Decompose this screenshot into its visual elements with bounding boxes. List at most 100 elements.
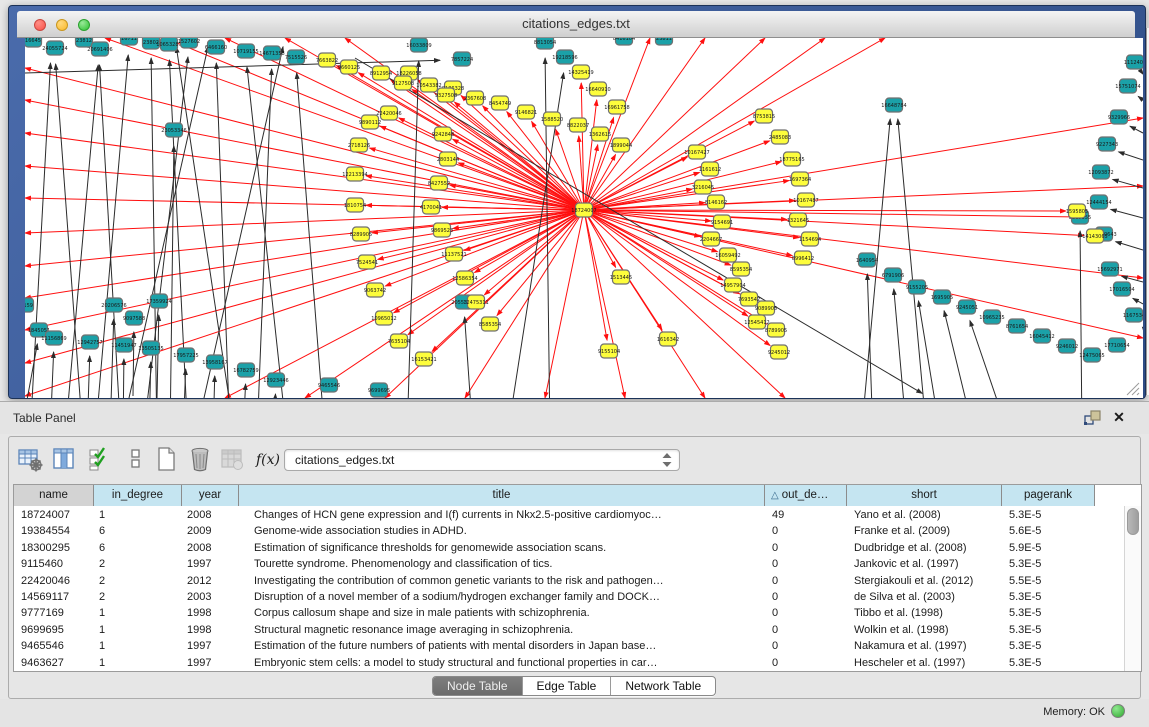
- graph-node[interactable]: 8416104: [613, 38, 635, 45]
- graph-node[interactable]: 17957225: [173, 348, 198, 362]
- graph-node[interactable]: 8454749: [489, 96, 511, 110]
- float-panel-icon[interactable]: [1084, 410, 1102, 426]
- graph-node[interactable]: 1362615: [589, 127, 611, 141]
- table-row[interactable]: 946554611997Estimation of the future num…: [14, 638, 1141, 654]
- graph-node[interactable]: 9089905: [755, 301, 777, 315]
- graph-node[interactable]: 12475065: [1079, 348, 1104, 362]
- table-row[interactable]: 977716911998Corpus callosum shape and si…: [14, 605, 1141, 621]
- graph-node[interactable]: 9329966: [1108, 110, 1130, 124]
- graph-node[interactable]: 12923446: [263, 373, 288, 387]
- graph-node[interactable]: 3216045: [692, 180, 714, 194]
- graph-node[interactable]: 8427552: [428, 176, 450, 190]
- graph-node[interactable]: 1695905: [931, 290, 953, 304]
- graph-node[interactable]: 8822037: [567, 118, 589, 132]
- network-window-titlebar[interactable]: citations_edges.txt: [17, 11, 1135, 38]
- graph-node[interactable]: 8753815: [753, 109, 775, 123]
- column-header-out_degree[interactable]: △out_de…: [765, 485, 847, 506]
- graph-node[interactable]: 9155205: [906, 280, 928, 294]
- tab-node-table[interactable]: Node Table: [433, 677, 523, 696]
- graph-node[interactable]: 22420046: [376, 106, 401, 120]
- tab-edge-table[interactable]: Edge Table: [523, 677, 612, 696]
- graph-node[interactable]: 6466160: [205, 40, 227, 54]
- vertical-scrollbar[interactable]: [1124, 506, 1141, 671]
- graph-node[interactable]: 13505135: [138, 341, 163, 355]
- graph-node[interactable]: 16645: [25, 38, 42, 47]
- minimize-window-button[interactable]: [56, 19, 68, 31]
- graph-node[interactable]: 1154694: [799, 232, 821, 246]
- column-header-year[interactable]: year: [182, 485, 239, 506]
- graph-node[interactable]: 4170041: [420, 200, 442, 214]
- graph-node[interactable]: 16782759: [233, 363, 258, 377]
- graph-node[interactable]: 12213394: [342, 167, 367, 181]
- graph-node[interactable]: 1595805: [1066, 204, 1088, 218]
- graph-node[interactable]: 8146162: [705, 195, 727, 209]
- scrollbar-thumb[interactable]: [1127, 508, 1139, 535]
- graph-node[interactable]: 11156869: [41, 331, 66, 345]
- graph-node[interactable]: 9242848: [432, 127, 454, 141]
- graph-node[interactable]: 9465546: [318, 378, 340, 392]
- graph-node[interactable]: 9154691: [711, 215, 733, 229]
- close-window-button[interactable]: [34, 19, 46, 31]
- graph-node[interactable]: 2718126: [348, 138, 370, 152]
- table-row[interactable]: 911546021997Tourette syndrome. Phenomeno…: [14, 556, 1141, 572]
- graph-node[interactable]: 13958167: [202, 355, 227, 369]
- graph-node[interactable]: 1321645: [787, 213, 809, 227]
- graph-node[interactable]: 8595354: [730, 262, 752, 276]
- graph-node[interactable]: 15692971: [1097, 262, 1122, 276]
- graph-node[interactable]: 12093872: [1088, 165, 1113, 179]
- graph-node[interactable]: 1167534: [1123, 308, 1143, 322]
- graph-node[interactable]: 12586354: [452, 271, 477, 285]
- graph-node[interactable]: 9699695: [368, 383, 390, 397]
- graph-node[interactable]: 2204667: [700, 232, 722, 246]
- graph-node[interactable]: 23053346: [161, 123, 186, 137]
- graph-node[interactable]: 9146821: [515, 105, 537, 119]
- graph-node[interactable]: 14957904: [720, 278, 745, 292]
- graph-node[interactable]: 2367608: [464, 91, 486, 105]
- graph-node[interactable]: 1899044: [610, 138, 632, 152]
- table-row[interactable]: 1872400712008Changes of HCN gene express…: [14, 507, 1141, 523]
- graph-node[interactable]: 1588520: [541, 112, 563, 126]
- graph-node[interactable]: 1112404: [1124, 55, 1143, 69]
- graph-node[interactable]: 19218596: [552, 50, 577, 64]
- graph-node[interactable]: 9227343: [1096, 137, 1118, 151]
- graph-node[interactable]: 9127508: [392, 76, 414, 90]
- graph-node[interactable]: 9890112: [359, 115, 381, 129]
- graph-node[interactable]: 17016504: [1109, 282, 1134, 296]
- graph-node[interactable]: 9869523: [431, 223, 453, 237]
- graph-node[interactable]: 8585354: [479, 317, 501, 331]
- table-row[interactable]: 946362711997Embryonic stem cells: a mode…: [14, 655, 1141, 671]
- graph-node[interactable]: 16045412: [1029, 329, 1054, 343]
- graph-node[interactable]: 15751074: [1115, 79, 1140, 93]
- graph-node[interactable]: 8996412: [792, 251, 814, 265]
- graph-node[interactable]: 14143065: [1082, 229, 1107, 243]
- zoom-window-button[interactable]: [78, 19, 90, 31]
- graph-node[interactable]: 11137521: [441, 247, 466, 261]
- graph-node[interactable]: 10167487: [793, 193, 818, 207]
- graph-node[interactable]: 12444154: [1086, 195, 1111, 209]
- graph-node[interactable]: 17710654: [1104, 338, 1129, 352]
- graph-node[interactable]: 7857224: [451, 52, 473, 66]
- column-header-name[interactable]: name: [14, 485, 94, 506]
- graph-node[interactable]: 9155104: [598, 344, 620, 358]
- graph-node[interactable]: 7524541: [356, 255, 378, 269]
- graph-node[interactable]: 1161612: [699, 162, 721, 176]
- graph-node[interactable]: 9246012: [1056, 339, 1078, 353]
- graph-node[interactable]: 2803144: [437, 152, 459, 166]
- graph-node[interactable]: 20206576: [101, 298, 126, 312]
- column-header-short[interactable]: short: [847, 485, 1002, 506]
- graph-node[interactable]: 7635104: [388, 334, 410, 348]
- graph-node[interactable]: 16648784: [881, 98, 906, 112]
- graph-node[interactable]: 16153421: [411, 352, 436, 366]
- graph-node[interactable]: 10965235: [979, 310, 1004, 324]
- row-height-icon[interactable]: [123, 446, 151, 474]
- table-row[interactable]: 1830029562008Estimation of significance …: [14, 540, 1141, 556]
- graph-node[interactable]: 16059492: [715, 248, 740, 262]
- graph-node[interactable]: 24055724: [42, 41, 67, 55]
- delete-rows-icon[interactable]: [187, 446, 215, 474]
- select-rows-icon[interactable]: [87, 446, 115, 474]
- table-settings-icon[interactable]: [17, 446, 45, 474]
- graph-node[interactable]: 1640954: [856, 253, 878, 267]
- graph-node[interactable]: 39159: [25, 298, 34, 312]
- function-builder-icon[interactable]: f(x): [253, 446, 283, 474]
- graph-node[interactable]: 16033809: [406, 38, 431, 52]
